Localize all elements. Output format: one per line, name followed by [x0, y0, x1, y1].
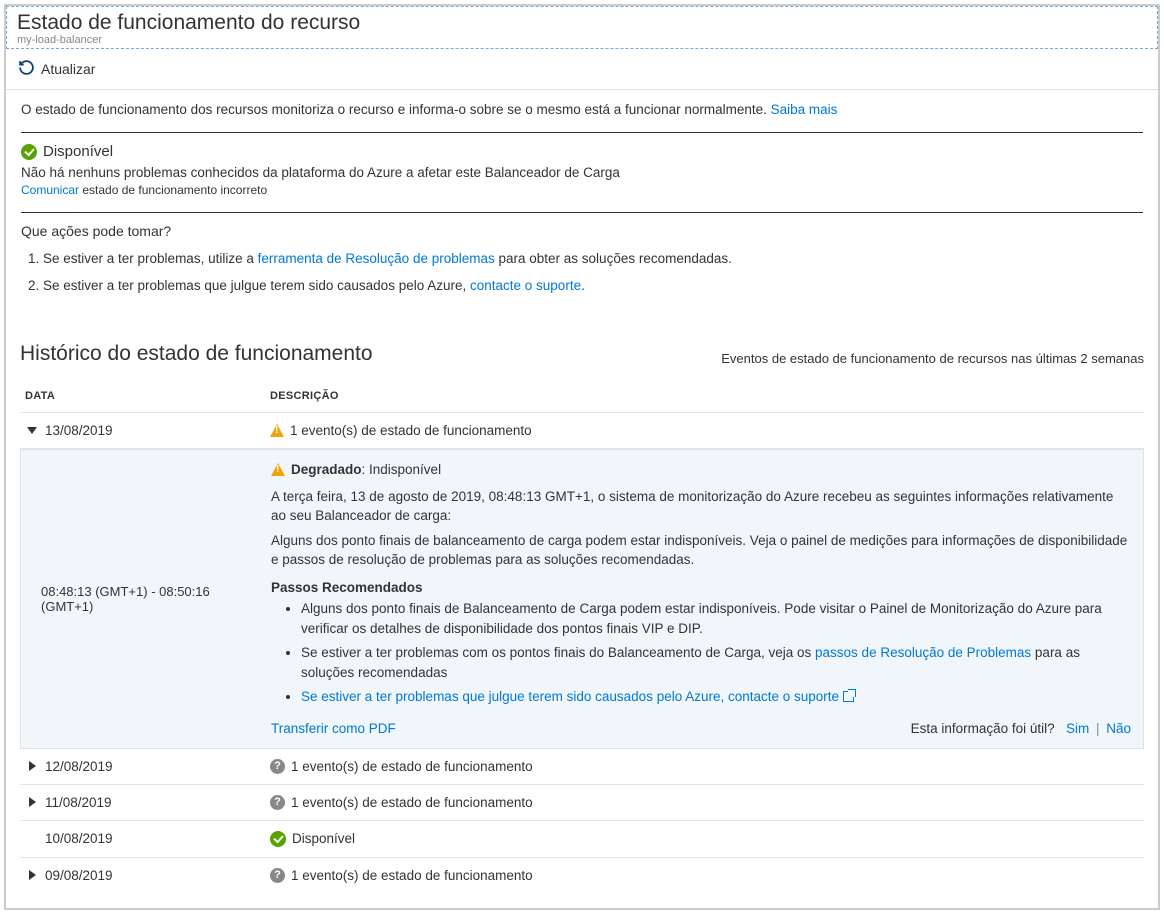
- detail-timerange: 08:48:13 (GMT+1) - 08:50:16 (GMT+1): [21, 462, 271, 736]
- unknown-icon: ?: [270, 868, 285, 883]
- unknown-icon: ?: [270, 795, 285, 810]
- learn-more-link[interactable]: Saiba mais: [771, 102, 838, 117]
- resource-name: my-load-balancer: [17, 34, 1147, 46]
- feedback-yes[interactable]: Sim: [1066, 721, 1089, 736]
- report-health-link[interactable]: Comunicar: [21, 183, 79, 197]
- expand-toggle[interactable]: [25, 870, 39, 880]
- refresh-button[interactable]: Atualizar: [18, 59, 95, 79]
- history-detail: 08:48:13 (GMT+1) - 08:50:16 (GMT+1) Degr…: [20, 449, 1144, 749]
- actions-list: Se estiver a ter problemas, utilize a fe…: [21, 249, 1143, 296]
- expand-toggle[interactable]: [25, 761, 39, 771]
- feedback-no[interactable]: Não: [1106, 721, 1131, 736]
- col-desc: DESCRIÇÃO: [270, 390, 1144, 402]
- detail-paragraph: A terça feira, 13 de agosto de 2019, 08:…: [271, 487, 1131, 526]
- unknown-icon: ?: [270, 759, 285, 774]
- chevron-down-icon: [27, 427, 37, 434]
- toolbar: Atualizar: [6, 49, 1158, 90]
- contact-support-link[interactable]: Se estiver a ter problemas que julgue te…: [301, 689, 839, 704]
- history-row[interactable]: 12/08/2019 ? 1 evento(s) de estado de fu…: [20, 749, 1144, 785]
- available-icon: [270, 831, 286, 847]
- status-label: Disponível: [43, 143, 113, 160]
- history-subtitle: Eventos de estado de funcionamento de re…: [721, 351, 1144, 366]
- divider: [21, 212, 1143, 213]
- history-row[interactable]: 13/08/2019 1 evento(s) de estado de func…: [20, 413, 1144, 449]
- action-item: Se estiver a ter problemas, utilize a fe…: [43, 249, 1143, 269]
- col-date: DATA: [20, 390, 270, 402]
- download-pdf-link[interactable]: Transferir como PDF: [271, 721, 396, 736]
- header-region: Estado de funcionamento do recurso my-lo…: [6, 6, 1158, 49]
- detail-footer: Transferir como PDF Esta informação foi …: [271, 721, 1131, 736]
- feedback-prompt: Esta informação foi útil? Sim | Não: [911, 721, 1131, 736]
- expand-toggle[interactable]: [25, 427, 39, 434]
- external-link-icon: [843, 691, 854, 702]
- warning-icon: [270, 424, 284, 437]
- detail-paragraph: Alguns dos ponto finais de balanceamento…: [271, 531, 1131, 570]
- report-health-row: Comunicar estado de funcionamento incorr…: [21, 183, 1143, 197]
- warning-icon: [271, 463, 285, 476]
- history-row[interactable]: 10/08/2019 Disponível: [20, 821, 1144, 858]
- chevron-right-icon: [29, 797, 36, 807]
- steps-heading: Passos Recomendados: [271, 580, 1131, 595]
- refresh-icon: [18, 59, 35, 79]
- history-table-header: DATA DESCRIÇÃO: [20, 376, 1144, 413]
- steps-list: Alguns dos ponto finais de Balanceamento…: [271, 599, 1131, 707]
- troubleshoot-tool-link[interactable]: ferramenta de Resolução de problemas: [258, 251, 495, 266]
- status-row: Disponível: [21, 143, 1143, 160]
- intro-text: O estado de funcionamento dos recursos m…: [21, 102, 1143, 117]
- actions-heading: Que ações pode tomar?: [21, 223, 1143, 239]
- contact-support-link[interactable]: contacte o suporte: [470, 278, 581, 293]
- available-icon: [21, 144, 37, 160]
- action-item: Se estiver a ter problemas que julgue te…: [43, 276, 1143, 296]
- refresh-label: Atualizar: [41, 61, 95, 77]
- history-row[interactable]: 09/08/2019 ? 1 evento(s) de estado de fu…: [20, 858, 1144, 893]
- divider: [21, 132, 1143, 133]
- chevron-right-icon: [29, 761, 36, 771]
- page-title: Estado de funcionamento do recurso: [17, 9, 1147, 36]
- expand-toggle[interactable]: [25, 797, 39, 807]
- troubleshoot-steps-link[interactable]: passos de Resolução de Problemas: [815, 645, 1031, 660]
- history-title: Histórico do estado de funcionamento: [20, 342, 373, 366]
- step-item: Se estiver a ter problemas que julgue te…: [301, 687, 1131, 707]
- detail-status: Degradado: Indisponível: [271, 462, 1131, 477]
- status-description: Não há nenhuns problemas conhecidos da p…: [21, 165, 1143, 180]
- history-row[interactable]: 11/08/2019 ? 1 evento(s) de estado de fu…: [20, 785, 1144, 821]
- history-header: Histórico do estado de funcionamento Eve…: [20, 342, 1144, 366]
- chevron-right-icon: [29, 870, 36, 880]
- step-item: Se estiver a ter problemas com os pontos…: [301, 643, 1131, 682]
- step-item: Alguns dos ponto finais de Balanceamento…: [301, 599, 1131, 638]
